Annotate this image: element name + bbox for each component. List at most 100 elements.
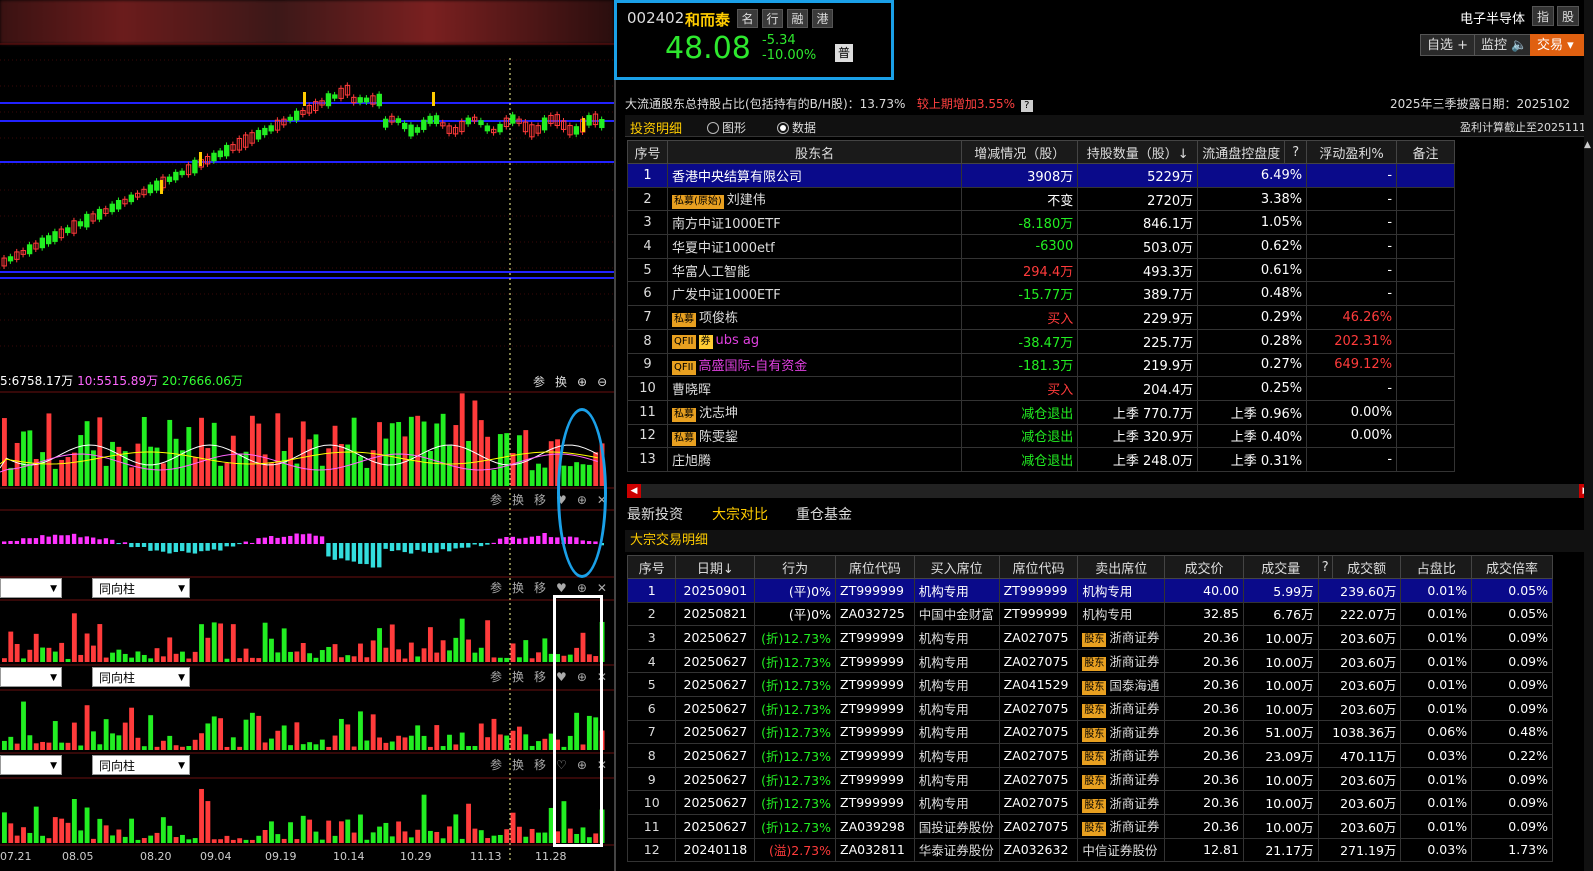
sell-seat[interactable]: 国泰海通 — [1109, 678, 1159, 693]
move-button[interactable]: 移 — [534, 491, 546, 508]
holder-name[interactable]: 陈雯鋆 — [699, 430, 738, 445]
holders-col-header[interactable]: 序号 — [627, 140, 668, 164]
buy-seat[interactable]: 机构专用 — [913, 695, 1000, 721]
table-row[interactable]: 12 20240118 (溢)2.73% ZA032811 华泰证券股份 ZA032632… — [626, 837, 1553, 863]
holder-name[interactable]: 沈志坤 — [699, 406, 738, 421]
table-row[interactable]: 6 20250627 (折)12.73% ZT999999 机构专用 ZA027075 股东… — [626, 695, 1553, 721]
radio-chart[interactable]: 图形 — [707, 119, 746, 136]
sell-seat[interactable]: 机构专用 — [1082, 584, 1132, 599]
swap-button[interactable]: 换 — [512, 491, 524, 508]
sell-seat[interactable]: 中信证券股份 — [1082, 843, 1157, 858]
index-button[interactable]: 指 — [1532, 6, 1554, 26]
block-col-header[interactable]: 行为 — [754, 555, 836, 579]
holders-col-header[interactable]: 浮动盈利% — [1306, 140, 1398, 164]
buy-seat[interactable]: 机构专用 — [913, 790, 1000, 815]
holder-name[interactable]: 华夏中证1000etf — [672, 241, 775, 256]
sell-seat[interactable]: 浙商证券 — [1109, 748, 1159, 763]
direction-select-1[interactable]: 同向柱 ▼ — [92, 578, 190, 598]
sell-seat[interactable]: 浙商证券 — [1109, 654, 1159, 669]
add-watchlist-button[interactable]: 自选 + — [1420, 34, 1476, 56]
swap-button[interactable]: 换 — [512, 579, 524, 596]
table-row[interactable]: 8 QFII 券 ubs ag -38.47万 225.7万 0.28% 202.31% — [627, 328, 1455, 354]
buy-seat[interactable]: 国投证券股份 — [913, 813, 1000, 839]
block-col-header[interactable]: 成交量 — [1242, 555, 1319, 579]
table-row[interactable]: 3 20250627 (折)12.73% ZT999999 机构专用 ZA027075 股东… — [626, 625, 1553, 650]
stock-name[interactable]: 和而泰 — [685, 9, 730, 30]
block-col-header[interactable]: 席位代码 — [835, 555, 915, 579]
buy-seat[interactable]: 华泰证券股份 — [913, 837, 1000, 863]
holders-col-header[interactable]: 股东名 — [666, 140, 963, 164]
sell-seat[interactable]: 浙商证券 — [1109, 819, 1159, 834]
move-button[interactable]: 移 — [534, 756, 546, 773]
scroll-up-icon[interactable]: ▲ — [1584, 140, 1591, 150]
table-row[interactable]: 3 南方中证1000ETF -8.180万 846.1万 1.05% - — [627, 210, 1455, 236]
radio-data[interactable]: 数据 — [777, 119, 816, 136]
table-row[interactable]: 7 20250627 (折)12.73% ZT999999 机构专用 ZA027075 股东… — [626, 719, 1553, 745]
buy-seat[interactable]: 机构专用 — [913, 672, 1000, 697]
indicator-select-3[interactable]: ▼ — [0, 755, 62, 775]
table-row[interactable]: 9 QFII 高盛国际-自有资金 -181.3万 219.9万 0.27% 649.12% — [627, 352, 1455, 378]
holder-name[interactable]: 南方中证1000ETF — [672, 217, 781, 232]
table-row[interactable]: 5 华富人工智能 294.4万 493.3万 0.61% - — [627, 257, 1455, 283]
table-row[interactable]: 2 20250821 (平)0% ZA032725 中国中金财富 ZT999999 机构专用… — [626, 601, 1553, 627]
holders-col-header[interactable]: ? — [1284, 140, 1308, 164]
param-button[interactable]: 参 — [533, 373, 545, 390]
block-col-header[interactable]: 卖出席位 — [1077, 555, 1166, 579]
param-button[interactable]: 参 — [490, 491, 502, 508]
kline-chart-canvas[interactable] — [0, 0, 614, 871]
table-row[interactable]: 11 私募 沈志坤 减仓退出 上季 770.7万 上季 0.96% 0.00% — [627, 399, 1455, 425]
block-col-header[interactable]: ? — [1317, 555, 1333, 579]
direction-select-2[interactable]: 同向柱 ▼ — [92, 667, 190, 687]
table-row[interactable]: 10 20250627 (折)12.73% ZT999999 机构专用 ZA027075 股… — [626, 790, 1553, 815]
sector-label[interactable]: 电子半导体 — [1460, 8, 1525, 27]
tag-margin[interactable]: 融 — [787, 9, 808, 28]
holders-col-header[interactable]: 持股数量（股）↓ — [1077, 140, 1199, 164]
holders-col-header[interactable]: 增减情况（股） — [961, 140, 1079, 164]
tag-hk-connect[interactable]: 港 — [812, 9, 833, 28]
buy-seat[interactable]: 机构专用 — [913, 578, 1000, 603]
block-col-header[interactable]: 占盘比 — [1400, 555, 1473, 579]
table-row[interactable]: 11 20250627 (折)12.73% ZA039298 国投证券股份 ZA02707… — [626, 813, 1553, 839]
block-col-header[interactable]: 成交价 — [1164, 555, 1244, 579]
sell-seat[interactable]: 浙商证券 — [1109, 796, 1159, 811]
sell-seat[interactable]: 浙商证券 — [1109, 701, 1159, 716]
block-col-header[interactable]: 日期↓ — [675, 555, 756, 579]
holders-col-header[interactable]: 流通盘控盘度 — [1197, 140, 1286, 164]
holder-name[interactable]: 广发中证1000ETF — [672, 288, 781, 303]
splitter[interactable] — [614, 0, 616, 871]
table-row[interactable]: 12 私募 陈雯鋆 减仓退出 上季 320.9万 上季 0.40% 0.00% — [627, 423, 1455, 449]
buy-seat[interactable]: 机构专用 — [913, 719, 1000, 745]
table-row[interactable]: 4 20250627 (折)12.73% ZT999999 机构专用 ZA027075 股东… — [626, 648, 1553, 674]
holder-name[interactable]: 华富人工智能 — [672, 265, 750, 280]
table-row[interactable]: 8 20250627 (折)12.73% ZT999999 机构专用 ZA027075 股东… — [626, 743, 1553, 768]
scroll-left-icon[interactable]: ◀ — [627, 484, 641, 498]
vertical-scrollbar[interactable]: ▲ — [1584, 0, 1593, 871]
table-row[interactable]: 4 华夏中证1000etf -6300 503.0万 0.62% - — [627, 234, 1455, 259]
stock-button[interactable]: 股 — [1557, 6, 1579, 26]
block-col-header[interactable]: 成交额 — [1331, 555, 1402, 579]
account-type-badge[interactable]: 普 — [835, 44, 853, 62]
tag-industry[interactable]: 行 — [762, 9, 783, 28]
settings-icon[interactable]: ⊕ — [577, 375, 587, 389]
buy-seat[interactable]: 机构专用 — [913, 743, 1000, 768]
sell-seat[interactable]: 浙商证券 — [1109, 725, 1159, 740]
horizontal-scrollbar[interactable]: ◀ ▶ — [627, 484, 1593, 498]
buy-seat[interactable]: 机构专用 — [913, 625, 1000, 650]
sell-seat[interactable]: 浙商证券 — [1109, 772, 1159, 787]
table-row[interactable]: 1 20250901 (平)0% ZT999999 机构专用 ZT999999 机构专用 40… — [626, 578, 1553, 603]
holder-name[interactable]: 庄旭腾 — [672, 454, 711, 469]
buy-seat[interactable]: 机构专用 — [913, 766, 1000, 792]
buy-seat[interactable]: 中国中金财富 — [913, 601, 1000, 627]
holder-name[interactable]: 刘建伟 — [727, 193, 766, 208]
trade-button[interactable]: 交易 ▾ — [1530, 34, 1590, 56]
param-button[interactable]: 参 — [490, 579, 502, 596]
holder-name[interactable]: 曹晓晖 — [672, 383, 711, 398]
kline-chart-area[interactable]: 5:6758.17万 10:5515.89万 20:7666.06万 参 换 ⊕… — [0, 0, 614, 871]
table-row[interactable]: 7 私募 项俊栋 买入 229.9万 0.29% 46.26% — [627, 305, 1455, 330]
swap-button[interactable]: 换 — [555, 373, 567, 390]
param-button[interactable]: 参 — [490, 668, 502, 685]
move-button[interactable]: 移 — [534, 579, 546, 596]
block-col-header[interactable]: 席位代码 — [998, 555, 1079, 579]
direction-select-3[interactable]: 同向柱 ▼ — [92, 755, 190, 775]
tab-latest-invest[interactable]: 最新投资 — [627, 504, 683, 524]
